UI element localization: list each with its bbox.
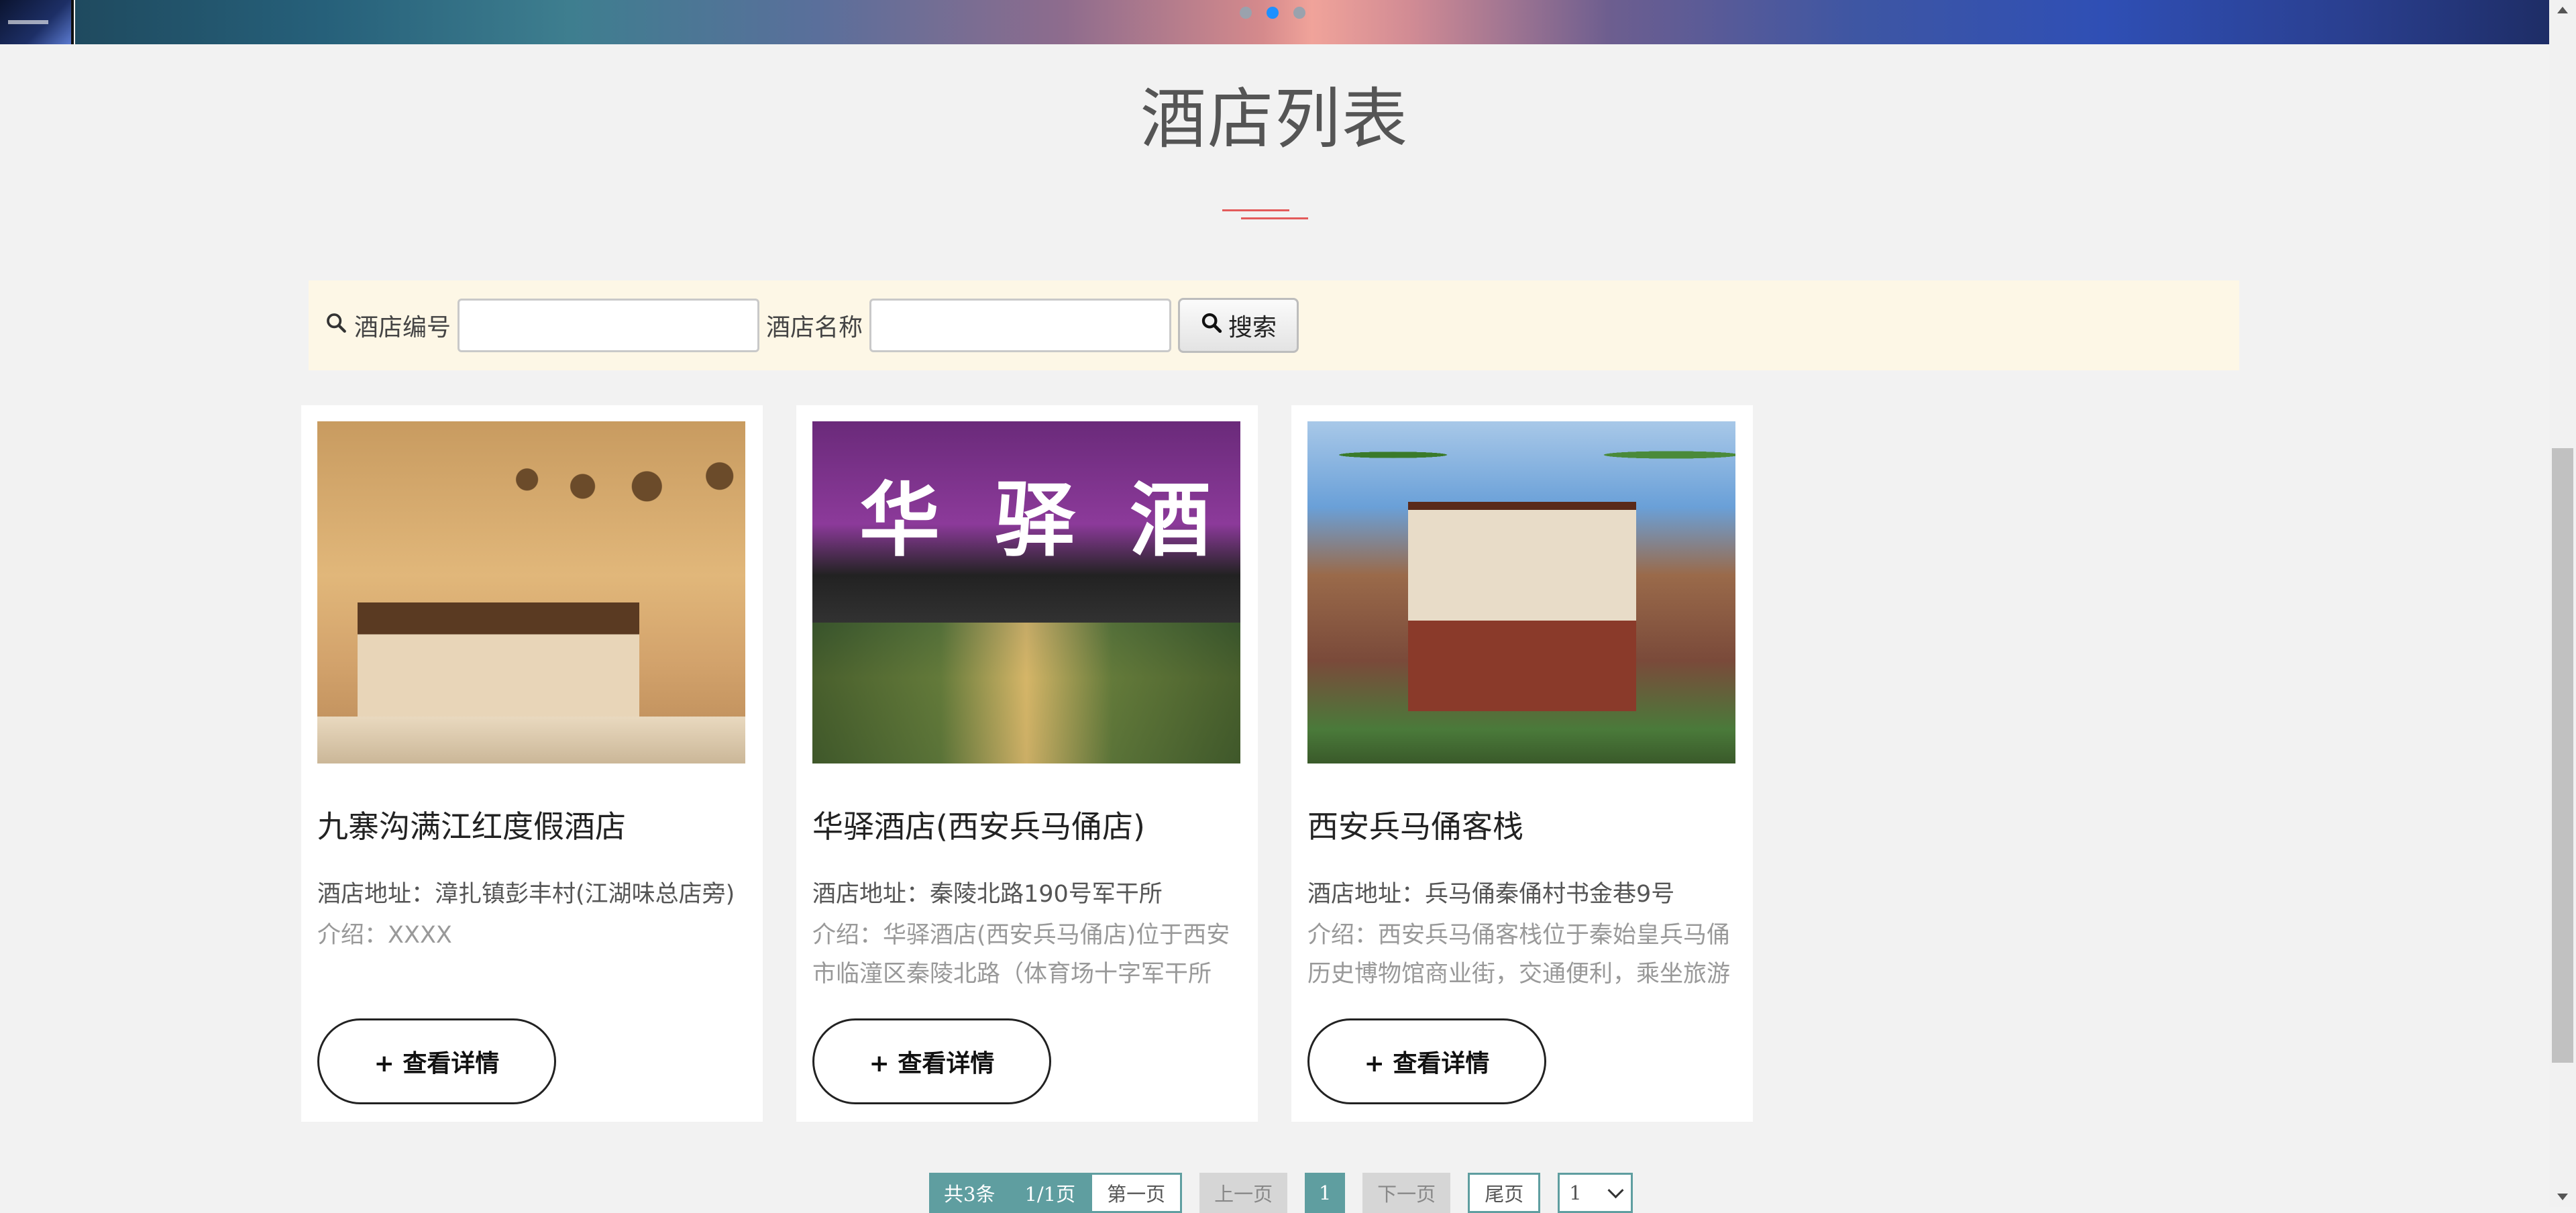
hotel-card: 华驿酒店(西安兵马俑店) 酒店地址：秦陵北路190号军干所 介绍：华驿酒店(西安… [796, 405, 1258, 1122]
search-button[interactable]: 搜索 [1178, 298, 1299, 353]
vertical-scrollbar[interactable] [2549, 0, 2576, 1207]
pagination: 共3条 1/1页 第一页 上一页 1 下一页 尾页 1 [929, 1173, 1633, 1213]
hotel-name[interactable]: 华驿酒店(西安兵马俑店) [812, 802, 1242, 847]
hotel-name[interactable]: 西安兵马俑客栈 [1307, 802, 1737, 847]
last-page-button[interactable]: 尾页 [1468, 1173, 1541, 1213]
current-page-button[interactable]: 1 [1305, 1173, 1346, 1213]
carousel-dot-1[interactable] [1240, 7, 1252, 19]
hotel-name-input[interactable] [869, 299, 1172, 352]
scroll-down-arrow-icon[interactable] [2557, 1194, 2568, 1200]
view-details-button[interactable]: + 查看详情 [1307, 1018, 1546, 1104]
hotel-id-label: 酒店编号 [354, 314, 451, 341]
hotel-address: 酒店地址：兵马俑秦俑村书金巷9号 [1307, 881, 1675, 908]
scrollbar-thumb[interactable] [2552, 448, 2573, 1063]
hotel-id-label-group: 酒店编号 [325, 308, 451, 343]
view-details-button[interactable]: + 查看详情 [812, 1018, 1051, 1104]
hotel-intro: 介绍：XXXX [317, 922, 452, 949]
banner-carousel[interactable] [0, 0, 2549, 44]
hotel-id-input[interactable] [458, 299, 760, 352]
hotel-name[interactable]: 九寨沟满江红度假酒店 [317, 802, 747, 847]
hotel-address: 酒店地址：漳扎镇彭丰村(江湖味总店旁) [317, 881, 735, 908]
banner-thumbnail[interactable] [0, 0, 74, 44]
hotel-image[interactable] [1307, 421, 1735, 763]
hotel-image[interactable] [317, 421, 745, 763]
carousel-dot-2[interactable] [1267, 7, 1279, 19]
search-icon [325, 311, 347, 340]
hotel-address: 酒店地址：秦陵北路190号军干所 [812, 881, 1163, 908]
search-icon [1200, 311, 1223, 340]
prev-page-button[interactable]: 上一页 [1199, 1173, 1288, 1213]
title-decoration [1222, 208, 1309, 221]
search-bar: 酒店编号 酒店名称 搜索 [309, 280, 2239, 370]
banner-image [75, 0, 2549, 44]
page-info: 1/1页 [1010, 1173, 1091, 1213]
scroll-up-arrow-icon[interactable] [2557, 7, 2568, 13]
hotel-card: 西安兵马俑客栈 酒店地址：兵马俑秦俑村书金巷9号 介绍：西安兵马俑客栈位于秦始皇… [1291, 405, 1753, 1122]
chevron-down-icon [1607, 1181, 1624, 1198]
hotel-list: 九寨沟满江红度假酒店 酒店地址：漳扎镇彭丰村(江湖味总店旁) 介绍：XXXX +… [301, 405, 1753, 1122]
first-page-button[interactable]: 第一页 [1090, 1173, 1183, 1213]
hotel-name-label: 酒店名称 [766, 314, 863, 341]
page-title: 酒店列表 [1140, 81, 1409, 158]
hotel-intro: 介绍：华驿酒店(西安兵马俑店)位于西安市临潼区秦陵北路（体育场十字军干所 [812, 922, 1230, 988]
total-count: 共3条 [929, 1173, 1010, 1213]
page-select[interactable]: 1 [1558, 1173, 1633, 1213]
view-details-button[interactable]: + 查看详情 [317, 1018, 556, 1104]
search-button-label: 搜索 [1228, 314, 1277, 341]
hotel-card: 九寨沟满江红度假酒店 酒店地址：漳扎镇彭丰村(江湖味总店旁) 介绍：XXXX +… [301, 405, 763, 1122]
page-select-value: 1 [1569, 1181, 1582, 1204]
hotel-intro: 介绍：西安兵马俑客栈位于秦始皇兵马俑历史博物馆商业街，交通便利，乘坐旅游 [1307, 922, 1731, 988]
carousel-indicators [1240, 7, 1305, 19]
hotel-image[interactable] [812, 421, 1240, 763]
next-page-button[interactable]: 下一页 [1362, 1173, 1451, 1213]
carousel-dot-3[interactable] [1293, 7, 1305, 19]
